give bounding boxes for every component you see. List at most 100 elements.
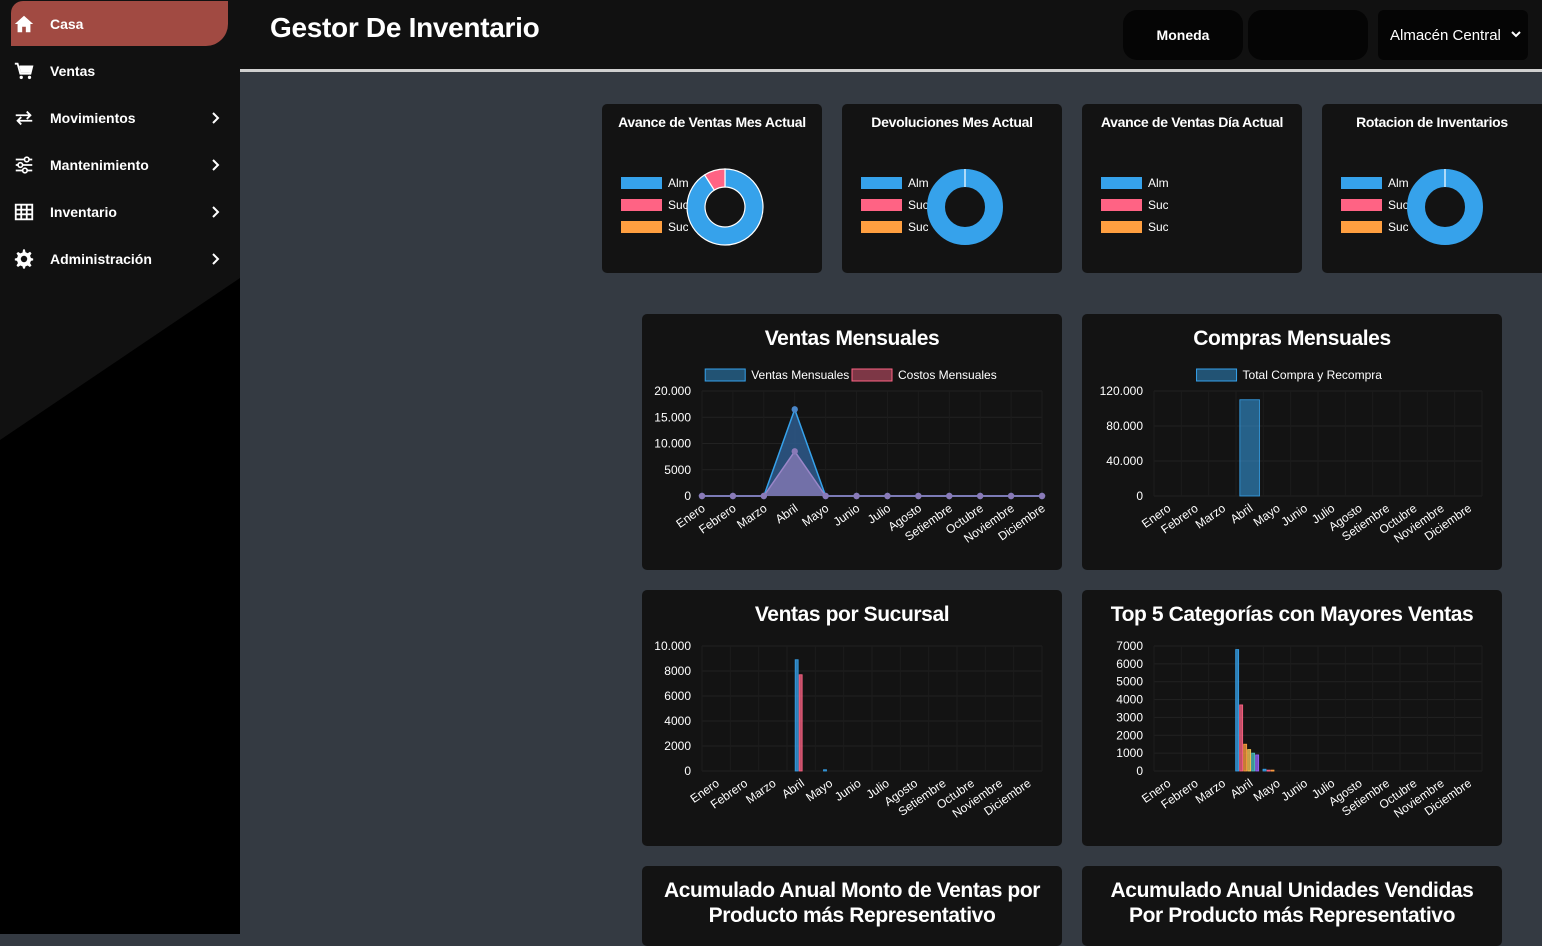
- y-tick-label: 6000: [1116, 657, 1143, 671]
- legend-label: Suc: [908, 220, 929, 234]
- sidebar-item-label: Casa: [50, 15, 84, 32]
- legend-label: Costos Mensuales: [898, 368, 997, 382]
- sidebar-item-label: Inventario: [50, 203, 117, 220]
- legend-label: Suc: [908, 198, 929, 212]
- x-tick-label: Mayo: [1251, 776, 1283, 804]
- data-point: [760, 492, 768, 500]
- kpi-legend: Alm Suc Suc: [1101, 176, 1169, 234]
- kpi-title: Rotacion de Inventarios: [1356, 114, 1508, 130]
- warehouse-select[interactable]: Almacén Central: [1378, 10, 1528, 60]
- legend-swatch: [861, 199, 902, 211]
- legend-label: Alm: [1388, 176, 1409, 190]
- sidebar-item-label: Administración: [50, 250, 152, 267]
- legend-swatch: [861, 221, 902, 233]
- bar: [1251, 752, 1256, 772]
- x-tick-label: Marzo: [743, 776, 779, 807]
- kpi-card-rotacion: Rotacion de Inventarios Alm Suc Suc: [1322, 104, 1542, 273]
- legend-swatch: [861, 177, 902, 189]
- chart-card-compras-mensuales: Compras Mensuales Total Compra y Recompr…: [1082, 314, 1502, 570]
- data-point: [915, 492, 922, 500]
- legend-swatch: [1196, 368, 1238, 382]
- data-point: [791, 448, 798, 455]
- sidebar-item-casa[interactable]: Casa: [0, 0, 240, 47]
- data-point: [884, 492, 891, 500]
- sidebar-item-label: Movimientos: [50, 109, 136, 126]
- data-point: [853, 492, 860, 500]
- x-tick-label: Abril: [1228, 501, 1256, 526]
- kpi-title: Avance de Ventas Día Actual: [1100, 114, 1284, 130]
- bar: [1262, 768, 1267, 772]
- kpi-card-devoluciones: Devoluciones Mes Actual Alm Suc Suc: [842, 104, 1062, 273]
- legend-swatch: [1341, 221, 1382, 233]
- cart-icon: [14, 62, 34, 79]
- y-tick-label: 40.000: [1106, 454, 1143, 468]
- bar: [1266, 769, 1271, 772]
- legend-swatch: [1341, 199, 1382, 211]
- legend-label: Suc: [668, 198, 689, 212]
- legend-swatch: [621, 199, 662, 211]
- y-tick-label: 6000: [664, 689, 691, 703]
- blank-button[interactable]: [1248, 10, 1368, 60]
- bar: [823, 769, 827, 772]
- chevron-down-icon: [1511, 31, 1521, 38]
- legend-swatch: [851, 368, 893, 382]
- active-indicator: [11, 1, 228, 46]
- y-tick-label: 20.000: [654, 384, 691, 398]
- chart-card-top-categorias: Top 5 Categorías con Mayores Ventas 7000…: [1082, 590, 1502, 846]
- y-tick-label: 0: [684, 489, 691, 503]
- kpi-title: Avance de Ventas Mes Actual: [618, 114, 806, 130]
- chart-card-acumulado-unidades: Acumulado Anual Unidades Vendidas Por Pr…: [1082, 866, 1502, 946]
- y-tick-label: 0: [1136, 489, 1143, 503]
- currency-button[interactable]: Moneda: [1123, 10, 1243, 60]
- legend-label: Suc: [1148, 198, 1169, 212]
- y-tick-label: 15.000: [654, 410, 691, 424]
- sidebar-item-mantenimiento[interactable]: Mantenimiento: [0, 141, 240, 188]
- legend-label: Suc: [1148, 220, 1169, 234]
- series-area: [702, 409, 1042, 496]
- home-icon: [14, 15, 34, 32]
- data-point: [976, 492, 984, 500]
- legend-swatch: [1101, 221, 1142, 233]
- data-point: [822, 492, 829, 500]
- x-tick-label: Junio: [832, 776, 864, 804]
- kpi-legend: Alm Suc Suc: [861, 176, 929, 234]
- legend-swatch: [1101, 199, 1142, 211]
- chart-card-ventas-mensuales: Ventas Mensuales Ventas Mensuales Costos …: [642, 314, 1062, 570]
- x-tick-label: Junio: [1279, 501, 1311, 529]
- legend-label: Suc: [1388, 198, 1409, 212]
- legend-swatch: [1101, 177, 1142, 189]
- warehouse-select-value: Almacén Central: [1390, 26, 1501, 44]
- sidebar-item-inventario[interactable]: Inventario: [0, 188, 240, 235]
- y-tick-label: 10.000: [654, 639, 691, 653]
- chart-title: Acumulado Anual Unidades Vendidas Por Pr…: [1110, 879, 1474, 927]
- y-tick-label: 0: [1136, 764, 1143, 778]
- sidebar: Casa Ventas Movimientos Mantenimiento In…: [0, 0, 240, 934]
- sidebar-item-ventas[interactable]: Ventas: [0, 47, 240, 94]
- legend-swatch: [621, 221, 662, 233]
- ventas-sucursal-chart: 10.00080006000400020000EneroFebreroMarzo…: [654, 639, 1043, 821]
- compras-mensuales-chart: Total Compra y Recompra 120.000 80.000 40.0…: [1100, 368, 1483, 546]
- legend-label: Suc: [1388, 220, 1409, 234]
- sidebar-item-label: Ventas: [50, 62, 96, 79]
- sidebar-item-label: Mantenimiento: [50, 156, 149, 173]
- chart-title: Top 5 Categorías con Mayores Ventas: [1110, 603, 1474, 626]
- bar: [794, 659, 799, 772]
- y-tick-label: 2000: [664, 739, 691, 753]
- legend-swatch: [704, 368, 746, 382]
- data-point: [791, 406, 798, 413]
- gear-icon: [14, 248, 34, 269]
- swap-icon: [15, 110, 33, 125]
- y-tick-label: 1000: [1116, 746, 1143, 760]
- ventas-mensuales-chart: Ventas Mensuales Costos Mensuales 20.000 15…: [654, 368, 1048, 546]
- kpi-card-ventas-dia: Avance de Ventas Día Actual Alm Suc Suc: [1082, 104, 1302, 273]
- legend-label: Alm: [668, 176, 689, 190]
- bar: [1243, 743, 1248, 772]
- sidebar-item-administracion[interactable]: Administración: [0, 235, 240, 282]
- kpi-card-ventas-mes: Avance de Ventas Mes Actual Alm Suc Suc: [602, 104, 822, 273]
- series-line: [702, 450, 1042, 497]
- legend-label: Alm: [1148, 176, 1169, 190]
- top-bar: Gestor De Inventario Moneda Almacén Cent…: [240, 0, 1542, 72]
- x-tick-label: Mayo: [799, 501, 831, 529]
- sidebar-item-movimientos[interactable]: Movimientos: [0, 94, 240, 141]
- chevron-right-icon: [212, 252, 220, 265]
